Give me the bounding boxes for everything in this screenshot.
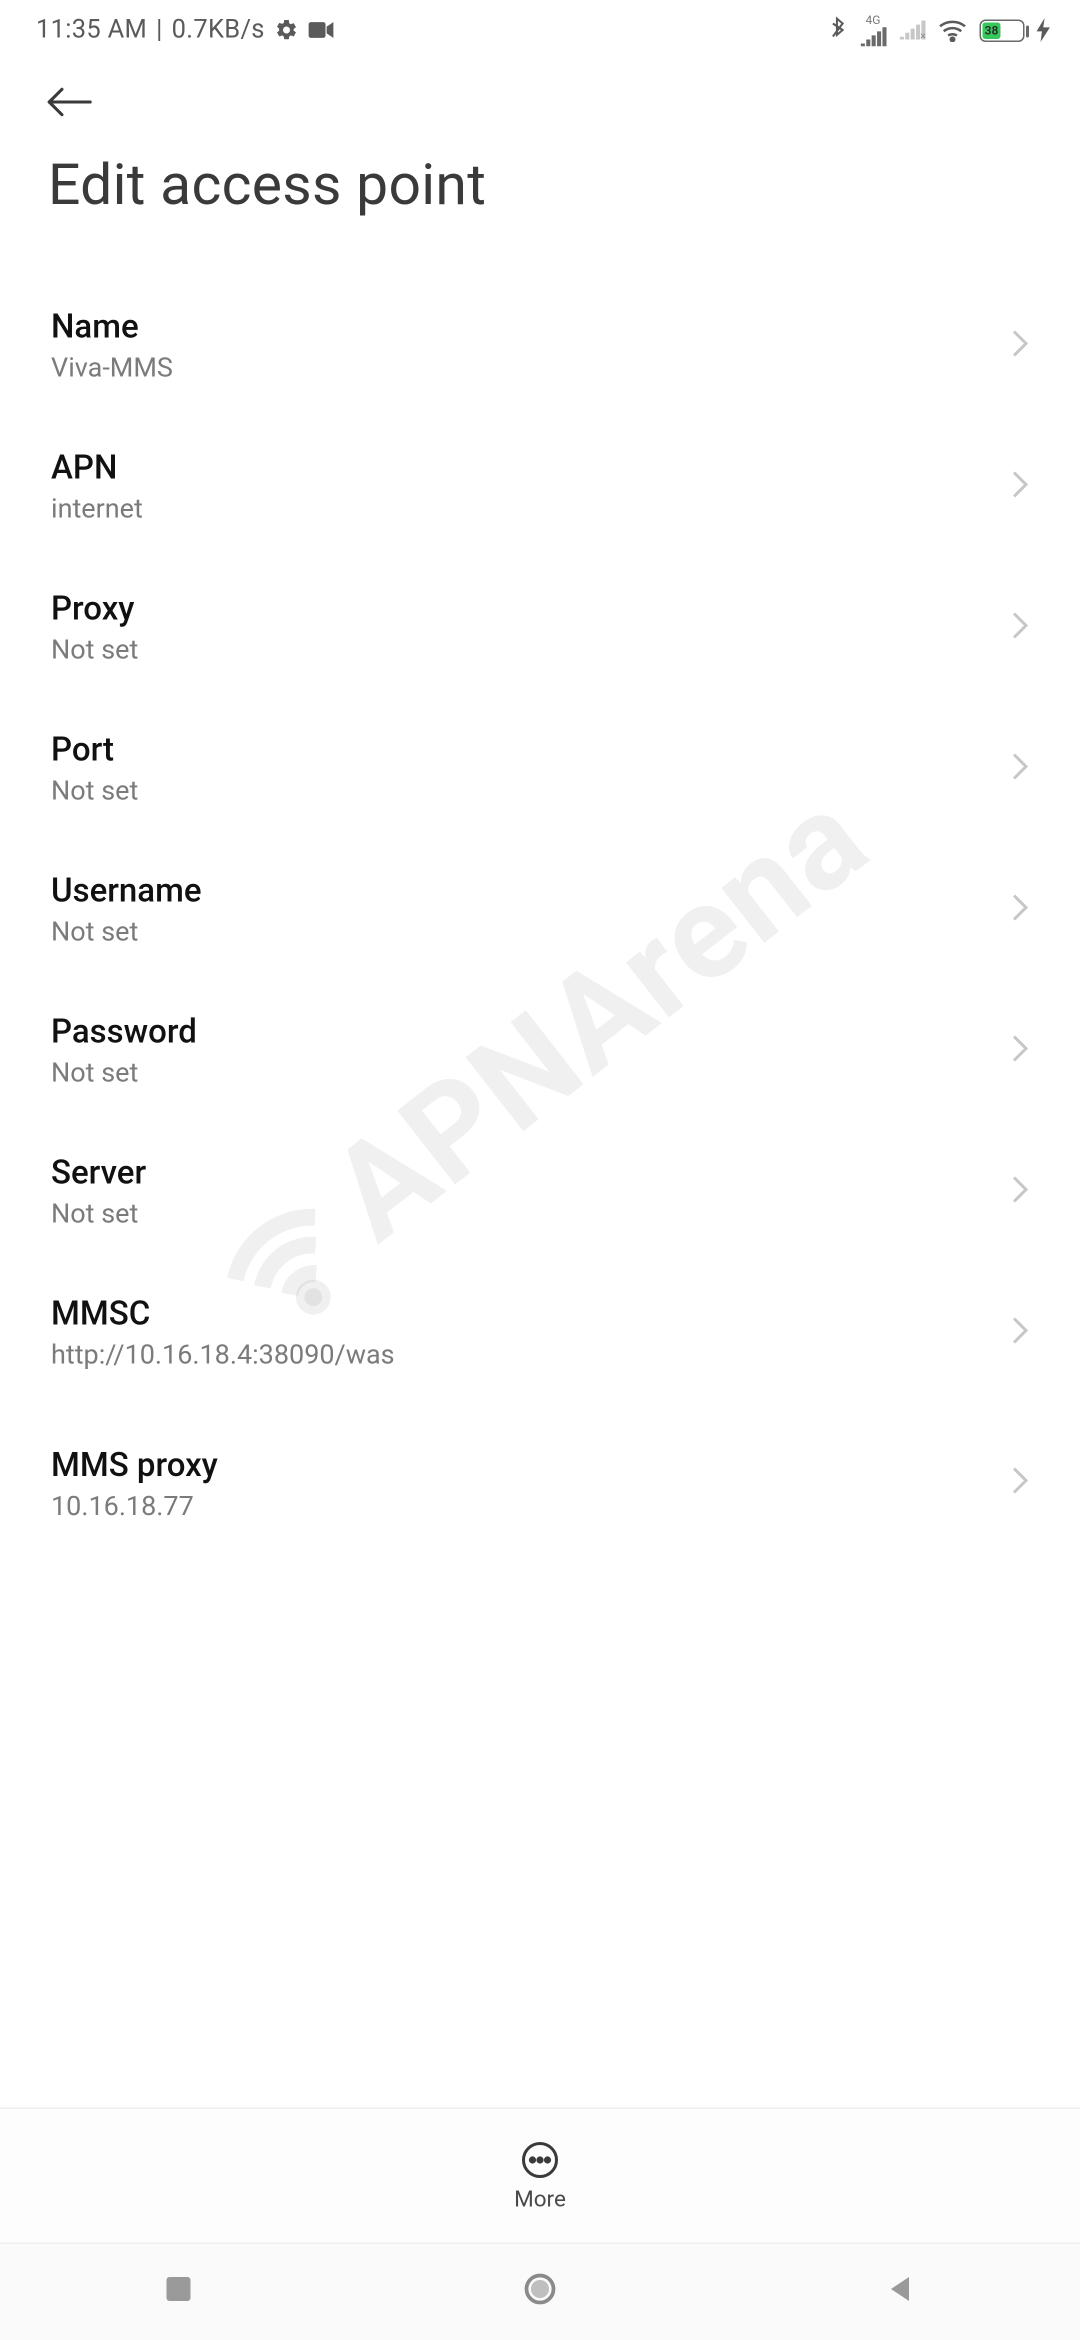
more-label: More bbox=[514, 2185, 566, 2212]
status-sep: | bbox=[156, 15, 163, 45]
bottom-toolbar: More bbox=[0, 2108, 1080, 2243]
signal-4g-icon: 4G bbox=[860, 14, 887, 46]
status-left: 11:35 AM | 0.7KB/s bbox=[36, 15, 334, 45]
chevron-right-icon bbox=[1011, 1466, 1029, 1502]
page-title: Edit access point bbox=[0, 126, 1080, 234]
row-title: Port bbox=[51, 732, 138, 770]
battery-percent: 38 bbox=[985, 23, 999, 37]
chevron-right-icon bbox=[1011, 1316, 1029, 1352]
row-apn[interactable]: APN internet bbox=[0, 417, 1080, 558]
charging-bolt-icon bbox=[1037, 18, 1051, 42]
row-value: internet bbox=[51, 494, 143, 526]
back-button[interactable] bbox=[45, 84, 93, 120]
chevron-right-icon bbox=[1011, 1034, 1029, 1070]
row-title: MMS proxy bbox=[51, 1447, 218, 1485]
row-title: MMSC bbox=[51, 1296, 395, 1334]
status-time: 11:35 AM bbox=[36, 15, 147, 45]
bluetooth-icon bbox=[828, 17, 848, 44]
row-title: APN bbox=[51, 450, 143, 488]
row-title: Password bbox=[51, 1014, 197, 1052]
row-title: Username bbox=[51, 873, 202, 911]
row-password[interactable]: Password Not set bbox=[0, 981, 1080, 1122]
chevron-right-icon bbox=[1011, 470, 1029, 506]
more-button[interactable]: More bbox=[514, 2140, 566, 2212]
row-title: Server bbox=[51, 1155, 146, 1193]
battery-icon: 38 bbox=[980, 19, 1025, 42]
signal-empty-icon: × bbox=[899, 20, 926, 41]
row-value: http://10.16.18.4:38090/was bbox=[51, 1340, 395, 1372]
android-nav-bar bbox=[0, 2243, 1080, 2340]
video-icon bbox=[307, 20, 334, 41]
chevron-right-icon bbox=[1011, 1175, 1029, 1211]
row-title: Proxy bbox=[51, 591, 138, 629]
app-body: APNArena Edit access point Name Viva-MMS bbox=[0, 57, 1080, 2243]
row-mmsc[interactable]: MMSC http://10.16.18.4:38090/was bbox=[0, 1263, 1080, 1404]
status-right: 4G × 38 bbox=[828, 14, 1050, 46]
chevron-right-icon bbox=[1011, 611, 1029, 647]
row-name[interactable]: Name Viva-MMS bbox=[0, 276, 1080, 417]
nav-back-button[interactable] bbox=[886, 2274, 916, 2310]
row-value: Viva-MMS bbox=[51, 353, 173, 385]
wifi-icon bbox=[938, 18, 968, 42]
chevron-right-icon bbox=[1011, 893, 1029, 929]
row-value: Not set bbox=[51, 776, 138, 808]
row-value: Not set bbox=[51, 917, 202, 949]
row-port[interactable]: Port Not set bbox=[0, 699, 1080, 840]
row-title: Name bbox=[51, 309, 173, 347]
row-value: Not set bbox=[51, 1199, 146, 1231]
chevron-right-icon bbox=[1011, 752, 1029, 788]
nav-recent-button[interactable] bbox=[164, 2274, 194, 2310]
settings-icon bbox=[274, 18, 298, 42]
row-username[interactable]: Username Not set bbox=[0, 840, 1080, 981]
settings-list: Name Viva-MMS APN internet Proxy bbox=[0, 276, 1080, 1530]
row-value: 10.16.18.77 bbox=[51, 1490, 218, 1520]
status-bar: 11:35 AM | 0.7KB/s 4G × bbox=[0, 0, 1080, 57]
row-value: Not set bbox=[51, 1058, 197, 1090]
chevron-right-icon bbox=[1011, 329, 1029, 365]
status-speed: 0.7KB/s bbox=[172, 15, 265, 45]
row-value: Not set bbox=[51, 635, 138, 667]
nav-home-button[interactable] bbox=[522, 2271, 558, 2313]
svg-text:×: × bbox=[920, 29, 925, 40]
row-server[interactable]: Server Not set bbox=[0, 1122, 1080, 1263]
row-proxy[interactable]: Proxy Not set bbox=[0, 558, 1080, 699]
row-mms-proxy[interactable]: MMS proxy 10.16.18.77 bbox=[0, 1404, 1080, 1530]
